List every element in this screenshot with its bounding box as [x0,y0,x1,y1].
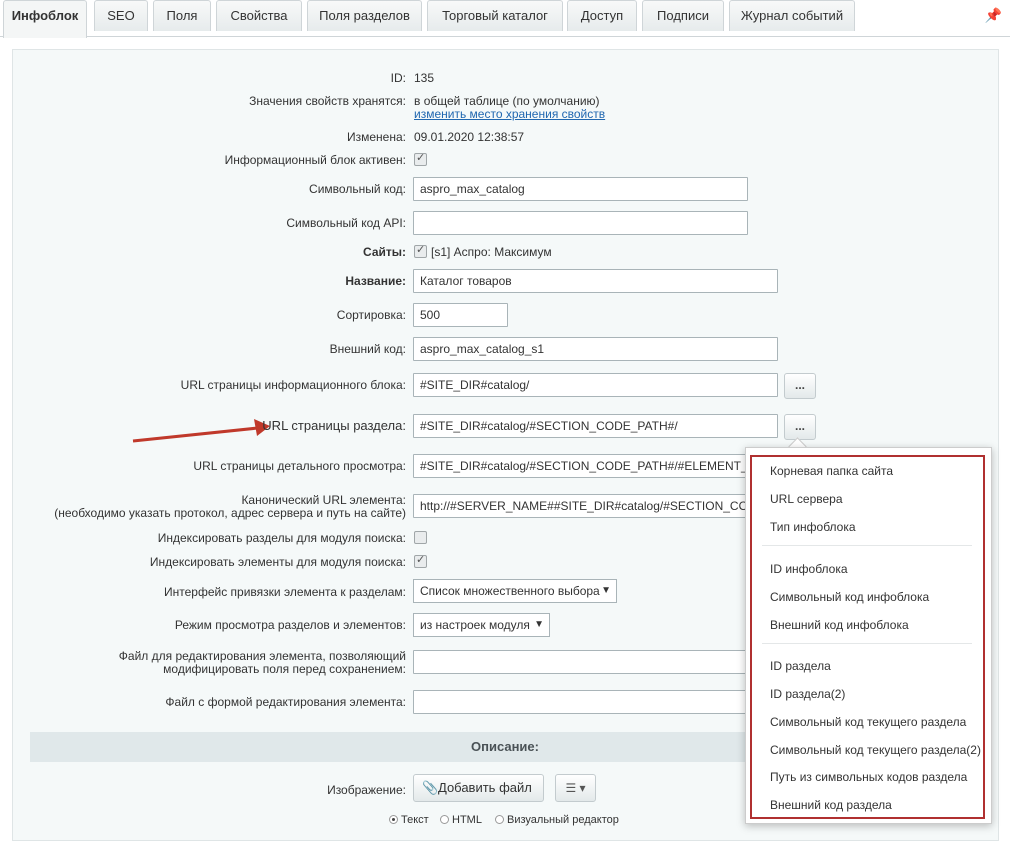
edit-file-label: Файл для редактирования элемента, позвол… [118,649,406,663]
form-file-input[interactable] [413,690,753,714]
radio-html[interactable]: HTML [440,814,482,826]
menu-item[interactable]: ID раздела [770,659,831,673]
sort-input[interactable]: 500 [413,303,508,327]
menu-icon: ☰ ▾ [565,781,586,795]
edit-file-input[interactable] [413,650,753,674]
add-file-label: Добавить файл [438,780,532,795]
radio-text-label: Текст [401,814,429,826]
menu-item[interactable]: Символьный код текущего раздела [770,715,966,729]
list-url-macro-button[interactable]: ... [784,373,816,399]
binding-interface-select[interactable]: Список множественного выбора ▼ [413,579,617,603]
edit-file-label-2: модифицировать поля перед сохранением: [163,662,406,676]
section-url-macro-button[interactable]: ... [784,414,816,440]
form-file-label: Файл с формой редактирования элемента: [165,695,406,709]
menu-divider [762,643,972,644]
add-file-button[interactable]: 📎 Добавить файл [413,774,544,802]
index-elements-checkbox[interactable] [414,553,427,568]
sites-label: Сайты: [363,245,406,259]
tab-iblock[interactable]: Инфоблок [3,0,87,38]
tab-event-log[interactable]: Журнал событий [729,0,855,31]
active-checkbox[interactable] [414,151,427,166]
tab-captions[interactable]: Подписи [642,0,724,31]
image-label: Изображение: [327,783,406,797]
id-label: ID: [390,71,406,85]
site-checkbox[interactable] [414,243,427,258]
radio-visual-editor[interactable]: Визуальный редактор [495,814,619,826]
name-input[interactable]: Каталог товаров [413,269,778,293]
api-code-input[interactable] [413,211,748,235]
view-mode-value: из настроек модуля [420,618,530,632]
red-arrow-icon [132,419,270,443]
tab-properties[interactable]: Свойства [216,0,302,31]
sort-label: Сортировка: [336,308,406,322]
index-elements-label: Индексировать элементы для модуля поиска… [149,555,406,569]
changed-label: Изменена: [347,130,406,144]
menu-item[interactable]: Символьный код текущего раздела(2) [770,743,981,757]
menu-item[interactable]: Тип инфоблока [770,520,856,534]
view-mode-select[interactable]: из настроек модуля ▼ [413,613,550,637]
menu-item[interactable]: Путь из символьных кодов раздела [770,770,967,784]
external-code-input[interactable]: aspro_max_catalog_s1 [413,337,778,361]
pin-icon[interactable]: 📌 [985,7,1002,24]
id-value: 135 [414,71,435,85]
menu-item[interactable]: Внешний код инфоблока [770,618,909,632]
active-label: Информационный блок активен: [224,153,406,167]
change-storage-link[interactable]: изменить место хранения свойств [414,107,605,121]
binding-interface-label: Интерфейс привязки элемента к разделам: [164,585,406,599]
index-sections-label: Индексировать разделы для модуля поиска: [157,531,406,545]
tab-bar: Инфоблок SEO Поля Свойства Поля разделов… [0,0,1010,38]
detail-url-input[interactable]: #SITE_DIR#catalog/#SECTION_CODE_PATH#/#E… [413,454,778,478]
external-code-label: Внешний код: [329,342,406,356]
menu-item[interactable]: ID раздела(2) [770,687,845,701]
canonical-label: Канонический URL элемента: [241,493,406,507]
storage-label: Значения свойств хранятся: [249,94,406,108]
name-label: Название: [345,274,406,288]
canonical-hint: (необходимо указать протокол, адрес серв… [54,506,406,520]
radio-icon [440,815,449,824]
dropdown-arrow-icon: ▼ [534,619,544,630]
code-label: Символьный код: [309,182,406,196]
tab-seo[interactable]: SEO [94,0,148,31]
radio-visual-label: Визуальный редактор [507,814,619,826]
canonical-url-input[interactable]: http://#SERVER_NAME##SITE_DIR#catalog/#S… [413,494,778,518]
list-url-input[interactable]: #SITE_DIR#catalog/ [413,373,778,397]
radio-html-label: HTML [452,814,482,826]
site-name: [s1] Аспро: Максимум [431,245,552,259]
menu-item[interactable]: Символьный код инфоблока [770,590,929,604]
storage-value: в общей таблице (по умолчанию) [414,94,600,108]
section-url-input[interactable]: #SITE_DIR#catalog/#SECTION_CODE_PATH#/ [413,414,778,438]
radio-text[interactable]: Текст [389,814,429,826]
menu-item[interactable]: Внешний код раздела [770,798,892,812]
radio-icon [495,815,504,824]
menu-item[interactable]: ID инфоблока [770,562,848,576]
view-mode-label: Режим просмотра разделов и элементов: [174,618,406,632]
dropdown-arrow-icon: ▼ [601,585,611,596]
section-url-label: URL страницы раздела: [262,418,406,433]
list-url-label: URL страницы информационного блока: [180,378,406,392]
detail-url-label: URL страницы детального просмотра: [193,459,406,473]
menu-divider [762,545,972,546]
menu-button[interactable]: ☰ ▾ [555,774,596,802]
binding-interface-value: Список множественного выбора [420,584,600,598]
menu-item[interactable]: URL сервера [770,492,843,506]
tab-section-fields[interactable]: Поля разделов [307,0,422,31]
tab-fields[interactable]: Поля [153,0,211,31]
changed-value: 09.01.2020 12:38:57 [414,130,525,144]
tab-access[interactable]: Доступ [567,0,637,31]
popup-highlight-frame: Корневая папка сайта URL сервера Тип инф… [750,455,985,819]
index-sections-checkbox[interactable] [414,531,427,544]
macro-popup-menu: Корневая папка сайта URL сервера Тип инф… [745,447,992,824]
paperclip-icon: 📎 [422,780,439,795]
radio-icon [389,815,398,824]
tab-trade-catalog[interactable]: Торговый каталог [427,0,563,31]
code-input[interactable]: aspro_max_catalog [413,177,748,201]
api-code-label: Символьный код API: [286,216,406,230]
menu-item[interactable]: Корневая папка сайта [770,464,893,478]
